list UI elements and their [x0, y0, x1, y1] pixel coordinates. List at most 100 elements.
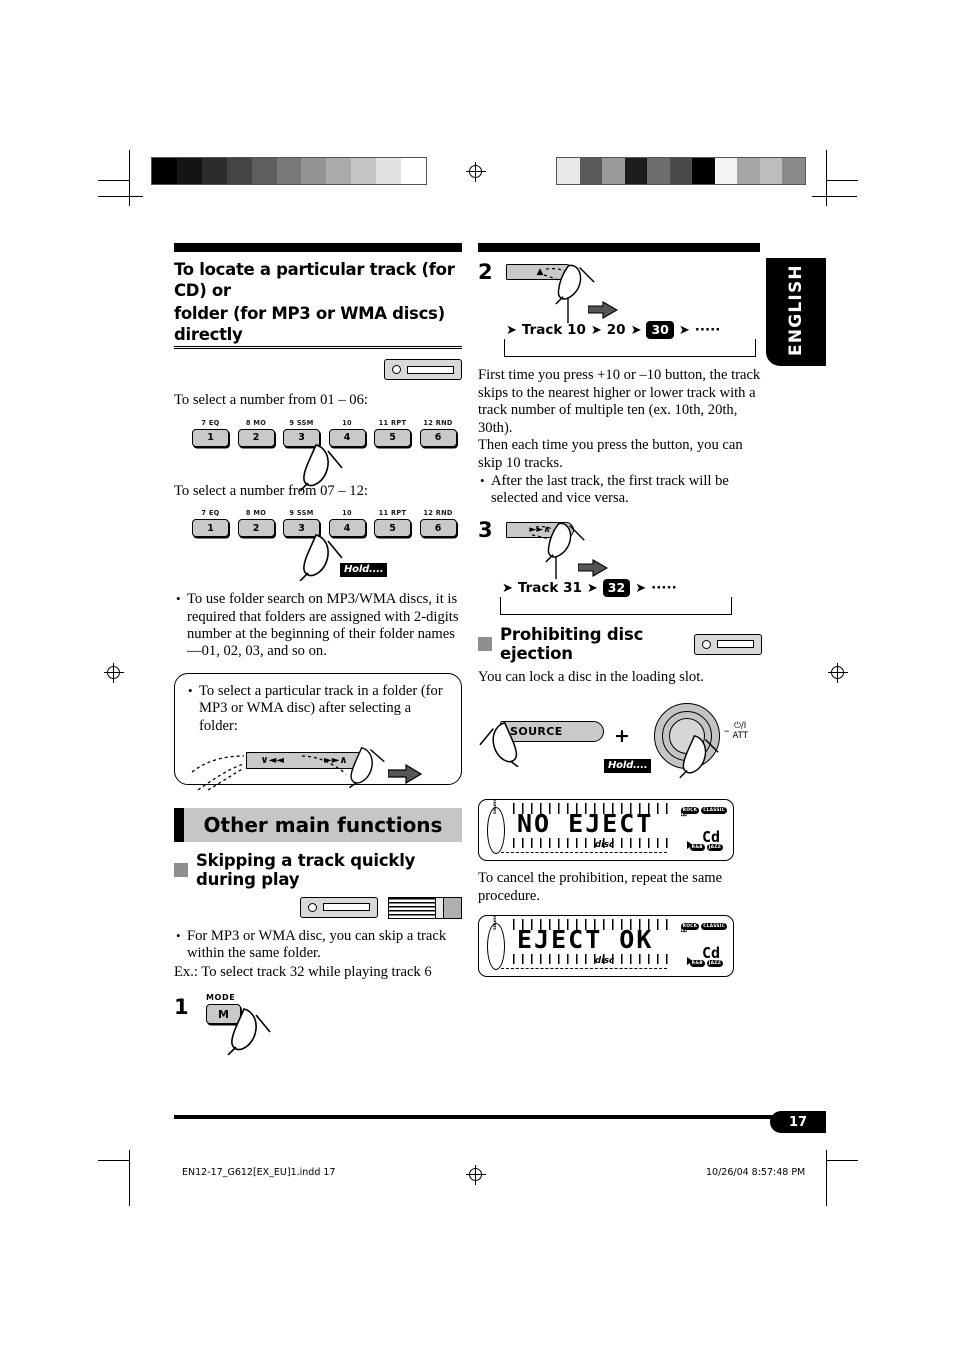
- gray-swatch-9: [759, 158, 783, 184]
- keypad-key-2-toplabel: 8 MO: [245, 418, 267, 427]
- pointing-hand-mode-icon: [226, 1005, 272, 1056]
- page-number-badge: 17: [770, 1111, 826, 1133]
- lcd-soundscape-label-2: soundscape: [493, 916, 498, 930]
- knob-minus-label: –: [724, 724, 730, 738]
- registration-mark-top: [466, 162, 486, 182]
- keypad2-key-6-face[interactable]: 6: [419, 519, 457, 538]
- lcd-main-text-no-eject: NO EJECT: [517, 808, 654, 838]
- lcd-display-no-eject: soundscape NO EJECT disc ⚿ ROCK CLASSIC …: [478, 798, 734, 861]
- page-title: To locate a particular track (for CD) or…: [174, 259, 462, 349]
- folder-search-note-list: To use folder search on MP3/WMA discs, i…: [174, 590, 462, 661]
- top-rule-right: [478, 243, 760, 252]
- example-line: Ex.: To select track 32 while playing tr…: [174, 963, 432, 980]
- lcd-tag-classic-1: CLASSIC: [701, 806, 727, 814]
- keypad-key-6-face[interactable]: 6: [419, 428, 457, 447]
- keypad-key-5-toplabel: 11 RPT: [378, 418, 407, 427]
- power-label: ⏻/I: [734, 720, 747, 731]
- keypad-key-5[interactable]: 11 RPT 5: [374, 419, 411, 447]
- cd-ring-icon-2: [308, 902, 317, 912]
- crop-mark-right-bottom-h: [826, 1160, 858, 1161]
- mode-button-caption: MODE: [206, 993, 236, 1003]
- keypad-key-2-face[interactable]: 2: [237, 428, 275, 447]
- step2-flow-item-1: 20: [606, 322, 626, 338]
- lcd-left-arc-1: soundscape: [487, 800, 505, 854]
- lcd-tag-rnb-1: R&B: [689, 843, 705, 851]
- folder-track-note-box: To select a particular track in a folder…: [174, 672, 462, 791]
- grayscale-bar-right: [556, 157, 806, 185]
- lcd-eq-tags-bottom-2: R&B JAZZ: [689, 960, 723, 968]
- keypad-key-1[interactable]: 7 EQ 1: [192, 419, 229, 447]
- page-title-line1: To locate a particular track (for CD) or: [174, 260, 455, 300]
- gray-swatch-0: [152, 158, 177, 184]
- lcd-tag-classic-2: CLASSIC: [701, 923, 727, 931]
- flow-arrow-icon: [388, 763, 422, 784]
- step-2-bullet: After the last track, the first track wi…: [478, 472, 762, 508]
- keypad2-key-1-face[interactable]: 1: [192, 519, 229, 538]
- keypad-key-1-face[interactable]: 1: [192, 428, 229, 447]
- lcd-disc-label-2: disc: [595, 956, 615, 967]
- pointing-hand-icon: [298, 441, 344, 491]
- keypad2-key-4-toplabel: 10: [342, 509, 352, 518]
- gray-swatch-7: [714, 158, 738, 184]
- pointing-hand-rocker-icon: [346, 744, 386, 788]
- keypad2-key-2[interactable]: 8 MO 2: [237, 509, 275, 538]
- subsection-heading: Skipping a track quickly during play: [174, 851, 462, 889]
- step2-flow-item-2: 30: [646, 321, 674, 339]
- crop-mark-left-top: [129, 150, 130, 206]
- crop-mark-left-top-h2: [98, 196, 143, 197]
- cd-changer-stack-icon: [389, 897, 436, 918]
- keypad-key-4-toplabel: 10: [342, 418, 352, 427]
- hold-label-source: Hold....: [604, 758, 652, 773]
- cd-ring-icon: [392, 365, 401, 374]
- keypad2-key-5-face[interactable]: 5: [374, 519, 411, 538]
- crop-mark-left-bottom-h: [98, 1160, 130, 1161]
- keypad2-key-1[interactable]: 7 EQ 1: [192, 509, 229, 538]
- lcd-eq-tags-top-1: ROCK CLASSIC: [680, 806, 727, 814]
- gray-swatch-7: [326, 158, 352, 184]
- right-column: 2 ▲ ➤ Track 10 ➤ 20 ➤ 30 ➤ ····· First t…: [478, 243, 762, 978]
- gray-swatch-1: [579, 158, 603, 184]
- footer-timestamp: 10/26/04 8:57:48 PM: [706, 1167, 806, 1178]
- keypad2-key-2-face[interactable]: 2: [237, 519, 275, 538]
- step2-flow-item-0: Track 10: [521, 322, 586, 338]
- flow-arrow-step2-icon: [588, 301, 618, 319]
- bullet-square-icon-2: [478, 637, 492, 652]
- subsection-heading-label: Skipping a track quickly during play: [196, 850, 416, 889]
- keypad-key-5-face[interactable]: 5: [374, 428, 411, 447]
- registration-mark-side-right: [828, 663, 848, 683]
- grayscale-bar-left: [151, 157, 427, 185]
- footer-rule: [174, 1115, 826, 1119]
- keypad-key-2[interactable]: 8 MO 2: [237, 418, 275, 447]
- keypad2-key-6[interactable]: 12 RND 6: [419, 509, 457, 538]
- step-2-flow: ➤ Track 10 ➤ 20 ➤ 30 ➤ ·····: [506, 321, 756, 339]
- cd-source-icon: [384, 359, 462, 380]
- gray-swatch-10: [782, 158, 805, 184]
- flow-arrow-step3-icon: [578, 559, 608, 578]
- plus-symbol: +: [614, 724, 630, 747]
- cd-slot-icon-2: [323, 903, 370, 912]
- keypad-key-6[interactable]: 12 RND 6: [419, 419, 457, 447]
- pointing-hand-step3-icon: [544, 517, 586, 565]
- registration-mark-bottom: [466, 1165, 486, 1185]
- cd-ring-icon-3: [701, 639, 711, 649]
- lcd-left-arc-2: soundscape: [487, 916, 505, 971]
- gray-swatch-1: [176, 158, 202, 184]
- att-label: ATT: [732, 730, 748, 741]
- crop-mark-right-top-h2: [812, 196, 857, 197]
- cd-changer-bar1: [436, 897, 444, 918]
- lcd-eq-tags-top-2: ROCK CLASSIC: [680, 923, 727, 931]
- keypad2-key-6-toplabel: 12 RND: [423, 509, 453, 518]
- gray-swatch-2: [602, 158, 625, 184]
- keypad2-key-5[interactable]: 11 RPT 5: [374, 509, 411, 538]
- page-title-line2: folder (for MP3 or WMA discs) directly: [174, 303, 462, 347]
- step-2-paragraph-1: First time you press +10 or –10 button, …: [478, 367, 761, 436]
- bullet-square-icon: [174, 862, 188, 877]
- gray-swatch-2: [201, 158, 227, 184]
- gray-swatch-5: [669, 158, 693, 184]
- step3-flow-item-2: ·····: [651, 580, 677, 597]
- flow-arrow-3: ➤: [630, 322, 642, 338]
- keypad-key-3-toplabel: 9 SSM: [289, 418, 314, 427]
- lcd-tag-rnb-2: R&B: [689, 960, 705, 968]
- step-3-flow-diagram: ➤ Track 31 ➤ 32 ➤ ·····: [500, 579, 732, 616]
- flow-arrow-4: ➤: [678, 322, 690, 338]
